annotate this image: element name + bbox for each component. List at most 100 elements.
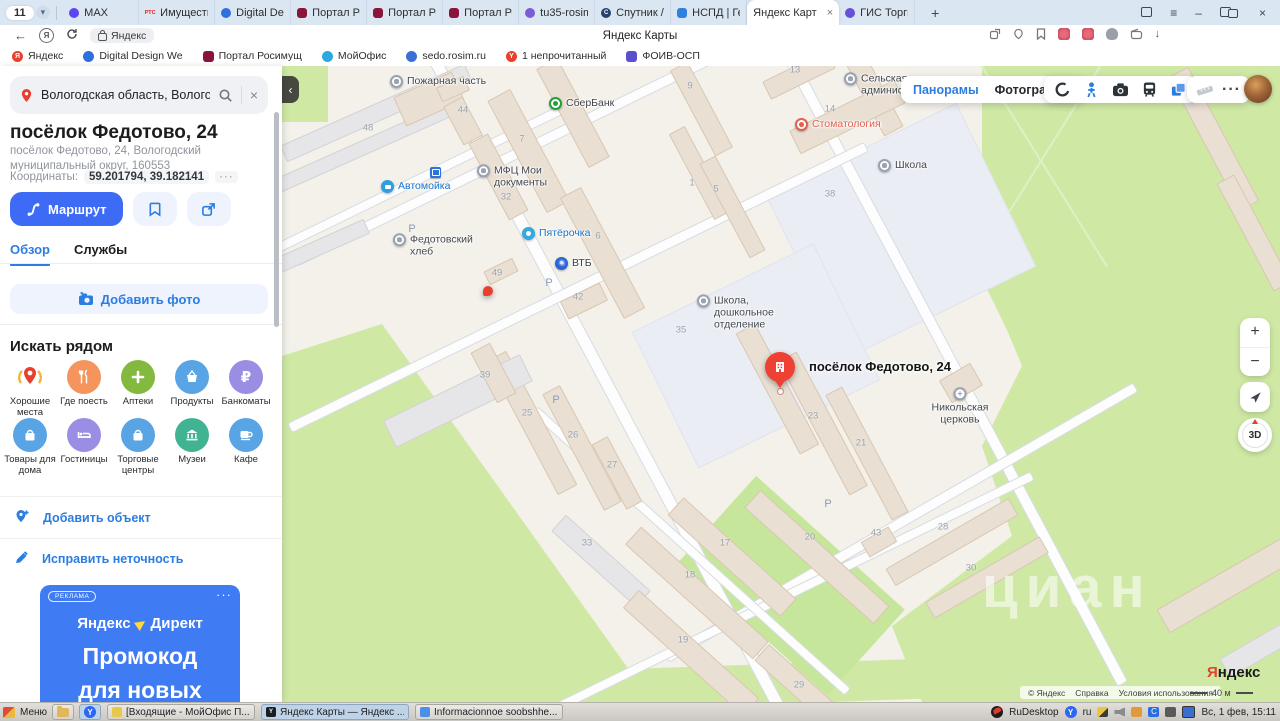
nearby-item[interactable]: Торговые центры: [110, 418, 166, 477]
close-tab-icon[interactable]: ×: [827, 7, 833, 19]
map-poi[interactable]: Школа: [878, 159, 927, 172]
chevron-down-icon[interactable]: ▾: [35, 6, 51, 19]
file-manager-button[interactable]: [52, 704, 75, 720]
back-button[interactable]: ←: [14, 28, 27, 43]
os-menu-icon[interactable]: [3, 706, 15, 718]
protect-icon[interactable]: [1105, 28, 1118, 40]
bookmark-item[interactable]: ФОИВ-ОСП: [626, 50, 700, 62]
nearby-item[interactable]: Гостиницы: [56, 418, 112, 466]
printer-tray-icon[interactable]: [1165, 707, 1177, 717]
bus-stop-icon[interactable]: [430, 167, 441, 178]
taskbar-window-button[interactable]: [Входящие - МойОфис П...: [107, 704, 256, 720]
browser-tab[interactable]: Портал Росиму: [367, 0, 444, 25]
browser-tab[interactable]: tu35-rosim.gos: [519, 0, 596, 25]
url-field[interactable]: Яндекс: [90, 28, 155, 43]
display-tray-icon[interactable]: [1097, 707, 1109, 717]
browser-tab[interactable]: MAX: [63, 0, 140, 25]
map-poi[interactable]: Автомойка: [381, 180, 450, 193]
search-icon[interactable]: [218, 88, 233, 103]
nearby-item[interactable]: Товары для дома: [2, 418, 58, 477]
pin-label[interactable]: посёлок Федотово, 24: [809, 359, 951, 374]
map-poi[interactable]: Школа, дошкольное отделение: [697, 294, 774, 330]
volume-tray-icon[interactable]: [1114, 707, 1126, 717]
add-object-link[interactable]: Добавить объект: [0, 496, 282, 538]
bookmark-item[interactable]: Я Яндекс: [12, 50, 63, 62]
download-icon[interactable]: ↓: [1155, 28, 1161, 40]
nearby-item[interactable]: Аптеки: [110, 360, 166, 408]
share-button[interactable]: [186, 192, 231, 226]
bookmark-item[interactable]: sedo.rosim.ru: [406, 50, 486, 62]
remote-screen-tray-icon[interactable]: [1182, 706, 1196, 718]
restore-button[interactable]: [1219, 6, 1241, 19]
search-input[interactable]: Вологодская область, Вологодский р ×: [10, 76, 268, 114]
browser-tab[interactable]: C Спутник / Анал: [595, 0, 672, 25]
bookmark-flag-icon[interactable]: [1036, 28, 1046, 40]
clock[interactable]: Вс, 1 фев, 15:11: [1201, 707, 1276, 718]
browser-tab[interactable]: ГИС Торги - пр: [839, 0, 916, 25]
transport-bus-icon[interactable]: [1142, 81, 1157, 98]
wallet-icon[interactable]: [1130, 28, 1143, 40]
extension-icon[interactable]: [1081, 28, 1094, 40]
nearby-item[interactable]: Продукты: [164, 360, 220, 408]
route-button[interactable]: Маршрут: [10, 192, 123, 226]
ad-banner[interactable]: РЕКЛАМА ··· Яндекс Директ Промокод для н…: [40, 585, 240, 715]
taskbar-window-button[interactable]: Y Яндекс Карты — Яндекс ...: [261, 704, 410, 720]
map-poi[interactable]: Федотовский хлеб: [393, 233, 473, 258]
my-location-button[interactable]: [1240, 382, 1270, 412]
bookmark-item[interactable]: МойОфис: [321, 50, 386, 62]
layers-icon[interactable]: [1170, 81, 1187, 98]
bookmark-item[interactable]: Y 1 непрочитанный: [505, 50, 606, 62]
browser-tab[interactable]: Digital Design W: [215, 0, 292, 25]
bookmark-button[interactable]: [132, 192, 177, 226]
browser-tab[interactable]: Портал Росиму: [291, 0, 368, 25]
yandex-home-icon[interactable]: Я: [39, 28, 54, 43]
menu-button[interactable]: Меню: [20, 707, 47, 718]
map-canvas[interactable]: ‹ Панорамы Фотографии ··· + − 3D посёлок…: [282, 66, 1280, 702]
photos-camera-icon[interactable]: [1112, 82, 1129, 97]
collapse-sidebar-button[interactable]: ‹: [282, 76, 299, 103]
bookmark-item[interactable]: Портал Росимущ: [202, 50, 302, 62]
more-icon[interactable]: ···: [215, 171, 238, 183]
panorama-pegman-icon[interactable]: [1084, 81, 1099, 98]
extension-icon[interactable]: [1057, 28, 1070, 40]
report-error-link[interactable]: Исправить неточность: [0, 538, 282, 579]
nearby-item[interactable]: Где поесть: [56, 360, 112, 408]
nearby-item[interactable]: Музеи: [164, 418, 220, 466]
compass-3d-button[interactable]: 3D: [1238, 418, 1272, 452]
map-poi[interactable]: Пятёрочка: [522, 227, 590, 240]
rudesktop-icon[interactable]: [991, 706, 1004, 718]
minimize-button[interactable]: –: [1195, 7, 1202, 19]
nearby-item[interactable]: Хорошие места: [2, 360, 58, 419]
map-poi[interactable]: Стоматология: [795, 118, 881, 131]
sidebar-scrollbar[interactable]: [274, 112, 279, 327]
bookmark-item[interactable]: Digital Design We: [83, 50, 183, 62]
avatar[interactable]: [1244, 75, 1272, 103]
browser-tab[interactable]: Портал Росиму: [443, 0, 520, 25]
browser-tray-icon[interactable]: Y: [1064, 706, 1077, 718]
map-poi[interactable]: + Никольская церковь: [932, 387, 988, 426]
zoom-in-button[interactable]: +: [1240, 318, 1270, 348]
taskbar-window-button[interactable]: Informacionnoe soobshhe...: [415, 704, 564, 720]
browser-quicklaunch-button[interactable]: Y: [79, 704, 102, 720]
coords-value[interactable]: 59.201794, 39.182141: [83, 170, 210, 184]
map-poi[interactable]: СберБанк: [549, 97, 614, 110]
clipboard-tray-icon[interactable]: [1131, 707, 1143, 717]
help-link[interactable]: Справка: [1075, 688, 1108, 698]
tab-counter[interactable]: 11 ▾: [6, 5, 51, 20]
map-poi[interactable]: ≡ ВТБ: [555, 257, 592, 270]
close-icon[interactable]: ×: [250, 87, 258, 103]
nearby-item[interactable]: Кафе: [218, 418, 274, 466]
add-photo-button[interactable]: Добавить фото: [10, 284, 268, 314]
c-app-tray-icon[interactable]: C: [1148, 707, 1160, 717]
nearby-item[interactable]: ₽ Банкоматы: [218, 360, 274, 408]
browser-tab[interactable]: РТС Имущество: [139, 0, 216, 25]
sidebar-panel-icon[interactable]: [1141, 6, 1153, 19]
browser-tab[interactable]: Яндекс Карт ×: [483, 0, 840, 296]
browser-tab[interactable]: НСПД | Геоинф: [671, 0, 748, 25]
location-icon[interactable]: [1013, 28, 1024, 40]
panoramas-button[interactable]: Панорамы: [913, 83, 979, 97]
mirrors-loop-icon[interactable]: [1054, 81, 1071, 98]
zoom-out-button[interactable]: −: [1240, 348, 1270, 377]
map-poi[interactable]: Пожарная часть: [390, 75, 486, 88]
ad-menu-icon[interactable]: ···: [216, 587, 232, 602]
